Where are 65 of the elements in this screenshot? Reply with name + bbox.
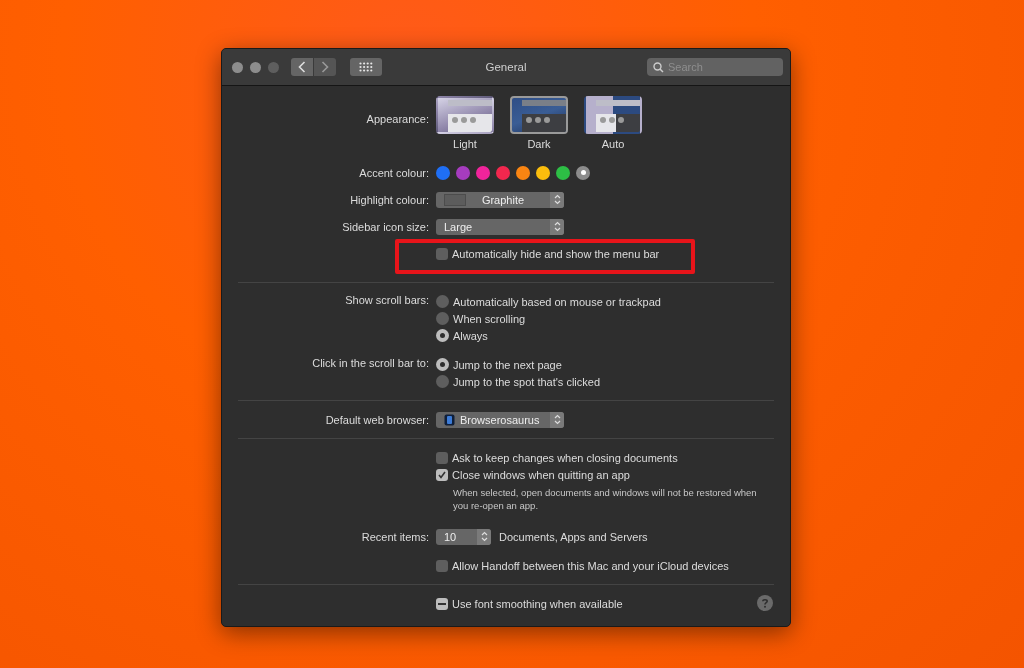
window-title: General [484,61,528,73]
minimize-button[interactable] [250,61,261,73]
colour-swatch[interactable] [516,165,530,180]
show-all-button[interactable] [350,58,382,76]
appearance-thumbnail[interactable] [510,96,568,134]
checkbox[interactable] [436,247,448,260]
colour-swatch[interactable] [576,165,590,180]
colour-swatch[interactable] [496,165,510,180]
handoff-checkbox[interactable]: Allow Handoff between this Mac and your iCloud devices [436,557,729,574]
recent-items-stepper[interactable]: 10 [436,528,491,545]
radio-option[interactable]: Jump to the next page [436,356,562,373]
app-icon [444,413,455,426]
sidebar-icon-size-label: Sidebar icon size: [341,220,429,233]
appearance-option-label: Light [453,138,477,150]
checkmark-icon [437,469,447,480]
font-smoothing-checkbox[interactable]: Use font smoothing when available [436,595,623,612]
radio-button[interactable] [436,312,449,325]
stepper-icon [480,531,488,542]
checkbox[interactable] [436,559,448,572]
appearance-label: Appearance: [365,113,429,125]
help-note: When selected, open documents and windows will not be restored when you re-open an app. [453,486,758,512]
checkbox[interactable] [436,451,448,464]
grid-icon [359,62,373,72]
close-button[interactable] [232,61,243,73]
forward-button[interactable] [314,58,336,76]
checkbox-option[interactable]: Ask to keep changes when closing documents [436,449,678,466]
checkbox[interactable] [436,597,448,610]
checkbox[interactable] [436,468,448,481]
radio-button[interactable] [436,358,449,371]
recent-items-caption: Documents, Apps and Servers [499,530,648,543]
recent-items-label: Recent items: [360,530,429,543]
colour-swatch[interactable] [536,165,550,180]
stepper-icon [553,414,561,425]
chevron-left-icon [298,61,306,73]
highlight-colour-label: Highlight colour: [349,193,429,206]
radio-button[interactable] [436,375,449,388]
stepper-icon [553,194,561,205]
menu-bar-checkbox[interactable]: Automatically hide and show the menu bar [436,245,660,262]
colour-swatch[interactable] [476,165,490,180]
radio-option[interactable]: When scrolling [436,310,526,327]
colour-swatch[interactable] [556,165,570,180]
radio-option[interactable]: Automatically based on mouse or trackpad [436,293,661,310]
radio-group-label: Click in the scroll bar to: [311,356,429,369]
dash-icon [438,602,446,605]
accent-colour-label: Accent colour: [358,166,429,179]
radio-group-label: Show scroll bars: [344,293,429,306]
radio-option[interactable]: Always [436,327,488,344]
appearance-option-label: Auto [601,138,625,150]
sidebar-icon-size-popup[interactable]: Large [436,218,564,235]
default-browser-label: Default web browser: [324,413,429,426]
highlight-colour-popup[interactable]: Graphite [436,191,564,208]
colour-swatch[interactable] [436,165,450,180]
appearance-option-label: Dark [527,138,551,150]
radio-button[interactable] [436,295,449,308]
colour-swatch[interactable] [456,165,470,180]
stepper-icon [553,221,561,232]
appearance-thumbnail[interactable] [584,96,642,134]
help-icon[interactable] [757,595,773,611]
radio-button[interactable] [436,329,449,342]
chevron-right-icon [321,61,329,73]
back-button[interactable] [291,58,313,76]
appearance-thumbnail[interactable] [436,96,494,134]
default-browser-popup[interactable]: Browserosaurus [436,411,564,428]
radio-option[interactable]: Jump to the spot that's clicked [436,373,600,390]
checkbox-option[interactable]: Close windows when quitting an app [436,466,630,483]
